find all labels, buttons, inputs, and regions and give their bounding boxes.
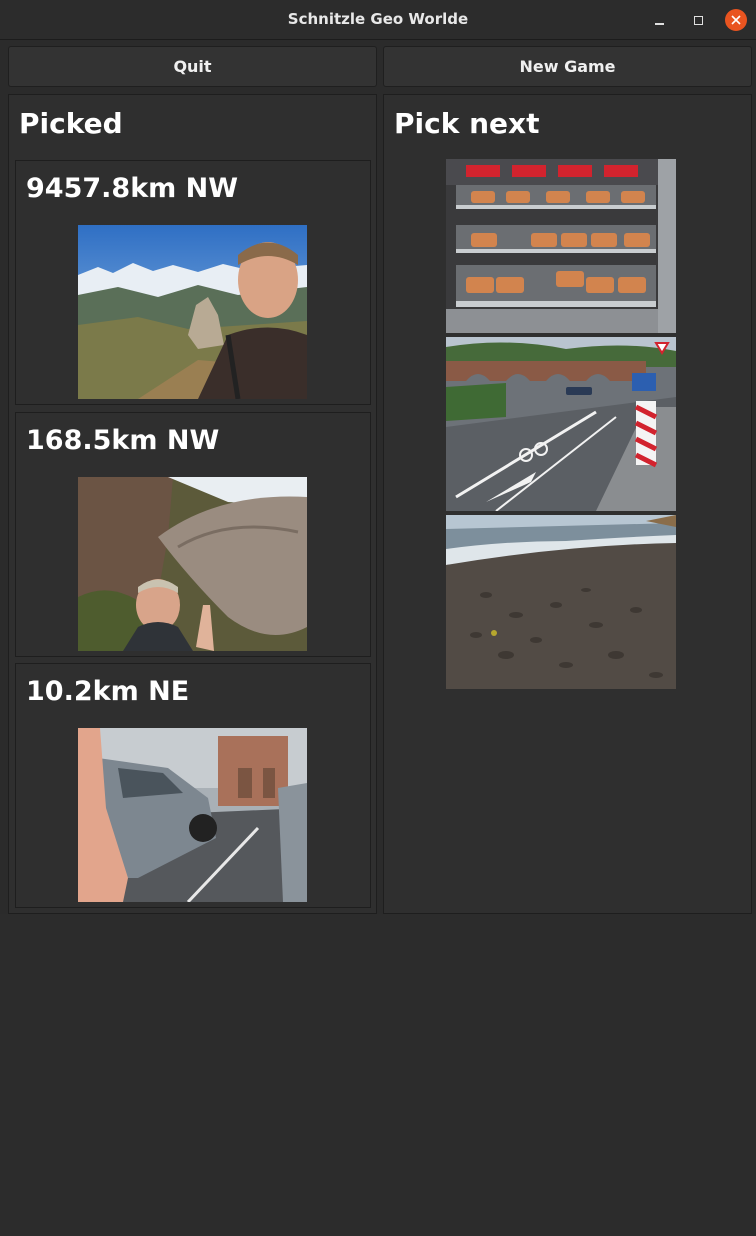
maximize-button[interactable]	[686, 8, 710, 32]
picked-item: 10.2km NE	[15, 663, 371, 908]
pick-option[interactable]	[446, 515, 676, 689]
picked-distance: 10.2km NE	[26, 676, 190, 707]
pick-next-heading: Pick next	[394, 107, 540, 140]
bridge-street-photo	[446, 337, 676, 511]
mountain-selfie-photo	[78, 225, 307, 399]
hot-food-counter-photo	[446, 159, 676, 333]
picked-distance: 168.5km NW	[26, 425, 220, 456]
picked-heading: Picked	[19, 107, 123, 140]
picked-item: 168.5km NW	[15, 412, 371, 657]
maximize-icon	[693, 15, 703, 25]
quit-button[interactable]: Quit	[8, 46, 377, 87]
empty-area	[0, 914, 756, 1236]
parked-car-photo	[78, 728, 307, 902]
pick-option[interactable]	[446, 337, 676, 511]
picked-panel: Picked 9457.8km NW 168.5km NW 10.2km NE	[8, 94, 377, 914]
boulder-selfie-photo	[78, 477, 307, 651]
black-sand-beach-photo	[446, 515, 676, 689]
picked-item: 9457.8km NW	[15, 160, 371, 405]
minimize-button[interactable]	[647, 8, 671, 32]
picked-distance: 9457.8km NW	[26, 173, 239, 204]
pick-option[interactable]	[446, 159, 676, 333]
minimize-icon	[654, 23, 664, 25]
window-title: Schnitzle Geo Worlde	[287, 10, 469, 28]
title-bar: Schnitzle Geo Worlde	[0, 0, 756, 40]
new-game-button[interactable]: New Game	[383, 46, 752, 87]
pick-next-panel: Pick next	[383, 94, 752, 914]
close-button[interactable]	[725, 9, 747, 31]
close-icon	[731, 15, 741, 25]
